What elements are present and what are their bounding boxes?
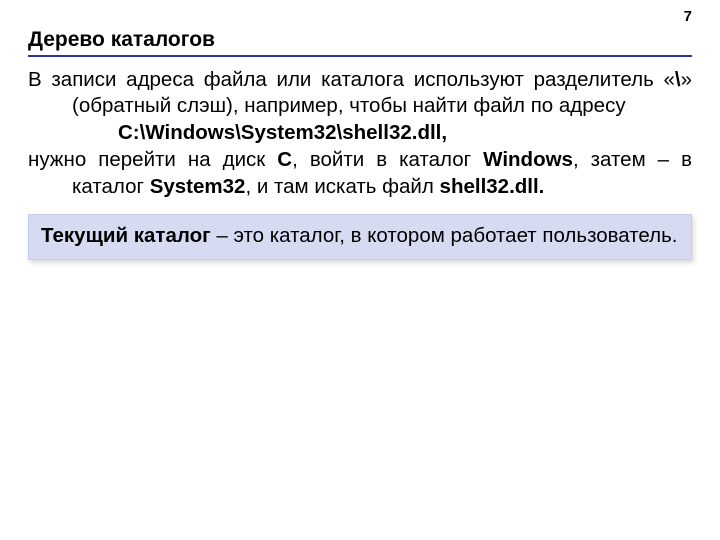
p2-text-d: , и там искать файл (245, 175, 439, 198)
p2-text-b: , войти в каталог (292, 148, 483, 171)
p2-folder-system32: System32 (150, 175, 246, 198)
p2-file-shell32: shell32.dll. (440, 175, 545, 198)
definition-box: Текущий каталог – это каталог, в котором… (28, 214, 692, 260)
slide-content: Дерево каталогов В записи адреса файла и… (0, 0, 720, 260)
p2-text-a: нужно перейти на диск (28, 148, 277, 171)
definition-rest: – это каталог, в котором работает пользо… (211, 224, 678, 247)
p2-drive-c: C (277, 148, 292, 171)
paragraph-1: В записи адреса файла или каталога испол… (28, 67, 692, 119)
page-title: Дерево каталогов (28, 28, 692, 52)
page-number: 7 (684, 8, 692, 25)
definition-term: Текущий каталог (41, 224, 211, 247)
p2-folder-windows: Windows (483, 148, 573, 171)
p1-text-a: В записи адреса файла или каталога испол… (28, 68, 675, 91)
paragraph-2: нужно перейти на диск C, войти в каталог… (28, 147, 692, 199)
title-divider (28, 55, 692, 57)
definition-text: Текущий каталог – это каталог, в котором… (41, 223, 679, 249)
file-path: C:\Windows\System32\shell32.dll, (28, 121, 692, 145)
